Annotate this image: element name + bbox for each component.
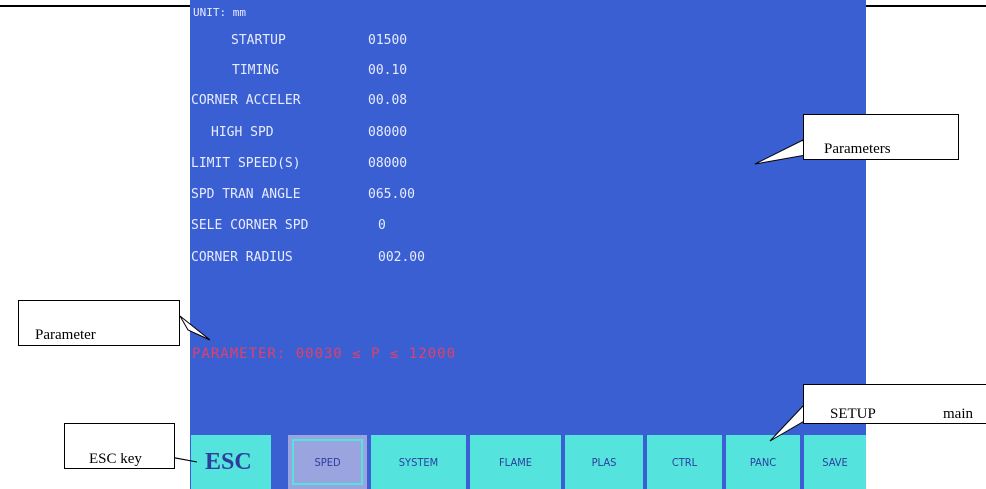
parameters-callout-text: Parameters bbox=[824, 141, 891, 157]
setup-callout-text: SETUP bbox=[830, 406, 876, 422]
setup-callout-suffix: main bbox=[943, 406, 973, 422]
esc-key-callout-text: ESC key bbox=[89, 451, 142, 467]
parameter-callout-text: Parameter bbox=[35, 327, 96, 343]
esc-key-callout: ESC key bbox=[64, 423, 175, 469]
parameter-callout: Parameter bbox=[18, 300, 180, 346]
parameters-callout: Parameters bbox=[803, 114, 959, 160]
setup-callout: SETUP main bbox=[803, 384, 986, 424]
